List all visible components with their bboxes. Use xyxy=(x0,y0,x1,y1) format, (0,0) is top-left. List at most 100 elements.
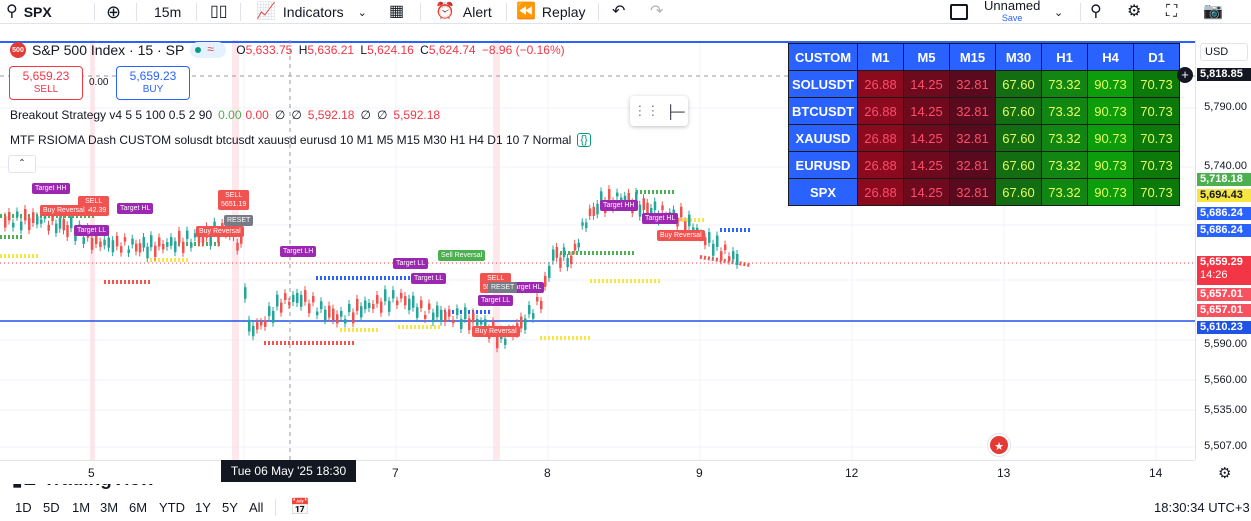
range-3m-button[interactable]: 3M xyxy=(100,500,118,515)
close-key: C xyxy=(420,43,429,57)
candle-body xyxy=(680,206,683,218)
candle-body xyxy=(540,300,543,310)
candle-body xyxy=(688,214,691,227)
candle-body xyxy=(376,295,379,304)
chart-settings-gear-icon[interactable]: ⚙ xyxy=(1218,464,1231,482)
table-cell: 14.25 xyxy=(903,124,950,152)
replay-label: Replay xyxy=(541,4,586,20)
range-all-button[interactable]: All xyxy=(249,500,263,515)
candle-body xyxy=(460,319,463,329)
chevron-down-icon: ⌄ xyxy=(1054,6,1064,19)
floating-drawing-toolbar[interactable]: ⋮⋮ ├─ xyxy=(630,96,688,126)
symbol-legend[interactable]: 500 S&P 500 Index · 15 · SP ≈ O5,633.75 … xyxy=(10,42,565,58)
range-6m-button[interactable]: 6M xyxy=(129,500,147,515)
layout-name[interactable]: Unnamed Save xyxy=(984,0,1040,24)
study-breakout-v8: 5,592.18 xyxy=(393,108,441,122)
table-cell: 14.25 xyxy=(903,151,950,179)
table-row-label: SOLUSDT xyxy=(788,70,858,98)
candle-body xyxy=(174,241,177,253)
study-breakout-title: Breakout Strategy v4 5 5 100 0.5 2 90 xyxy=(10,108,213,122)
candle-body xyxy=(103,239,106,246)
interval-button[interactable]: 15m xyxy=(154,0,181,24)
symbol-name: SPX xyxy=(23,4,52,20)
time-scale[interactable]: 5 7 8 9 12 13 14 xyxy=(0,460,1195,484)
collapse-legend-button[interactable]: ˆ xyxy=(8,155,36,173)
signal-sell: SELL 5651.19 xyxy=(218,190,250,210)
market-status[interactable]: ≈ xyxy=(190,42,227,58)
long-position-icon[interactable]: ├─ xyxy=(666,104,684,119)
quick-search-button[interactable]: ⚲ xyxy=(1090,0,1102,24)
range-1y-button[interactable]: 1Y xyxy=(195,500,211,515)
candle-body xyxy=(316,311,319,316)
replay-button[interactable]: ⏪ Replay xyxy=(516,0,586,24)
candle-body xyxy=(708,232,711,243)
candle-body xyxy=(166,242,169,247)
signal-sell-label: SELL xyxy=(85,198,103,205)
market-open-dot xyxy=(195,47,202,53)
table-cell: 26.88 xyxy=(857,70,904,98)
camera-icon: 📷 xyxy=(1203,3,1223,20)
range-ytd-button[interactable]: YTD xyxy=(159,500,185,515)
signal-sell-label: SELL xyxy=(487,275,505,282)
candle-body xyxy=(120,246,123,253)
table-cell: 73.32 xyxy=(1041,178,1088,206)
candle-body xyxy=(276,294,279,307)
range-5d-button[interactable]: 5D xyxy=(43,500,60,515)
range-1m-button[interactable]: 1M xyxy=(72,500,90,515)
candle-body xyxy=(728,256,731,261)
settings-button[interactable]: ⚙ xyxy=(1127,0,1141,24)
candle-body xyxy=(566,258,569,268)
range-5y-button[interactable]: 5Y xyxy=(222,500,238,515)
candle-body xyxy=(340,311,343,317)
candle-body xyxy=(476,318,479,326)
compare-button[interactable]: ⊕ xyxy=(106,0,121,24)
range-1d-button[interactable]: 1D xyxy=(15,500,32,515)
table-cell: 32.81 xyxy=(949,70,996,98)
indicators-button[interactable]: 📈 Indicators ⌄ xyxy=(256,0,367,24)
candle-body xyxy=(559,257,562,268)
chart-type-button[interactable]: ▯▯ xyxy=(210,0,228,24)
bottom-toolbar: 1D 5D 1M 3M 6M YTD 1Y 5Y All 📅 18:30:34 … xyxy=(0,494,1251,521)
signal-buy-reversal: Buy Reversal xyxy=(196,226,244,237)
candle-body xyxy=(456,308,459,316)
candle-body xyxy=(272,311,275,323)
currency-label: USD xyxy=(1205,46,1229,58)
candle-body xyxy=(536,296,539,302)
templates-button[interactable]: ▦ xyxy=(389,0,404,24)
price-tick: 5,740.00 xyxy=(1204,160,1247,172)
table-row-label: SPX xyxy=(788,178,858,206)
candle-body xyxy=(364,300,367,310)
layout-button[interactable] xyxy=(950,0,968,24)
goto-date-calendar-icon[interactable]: 📅 xyxy=(290,497,310,517)
buy-button[interactable]: 5,659.23 BUY xyxy=(116,66,190,100)
add-alert-plus-icon[interactable]: + xyxy=(1177,67,1193,83)
candle-body xyxy=(288,301,291,306)
candle-body xyxy=(24,209,27,221)
currency-selector[interactable]: USD xyxy=(1200,43,1248,61)
undo-button[interactable]: ↶ xyxy=(612,0,625,24)
drag-handle-icon[interactable]: ⋮⋮ xyxy=(633,103,659,119)
candle-body xyxy=(404,296,407,306)
source-code-icon[interactable]: {} xyxy=(577,133,591,147)
table-cell: 26.88 xyxy=(857,178,904,206)
candle-body xyxy=(304,290,307,302)
zoom-lightning-icon: ⚲ xyxy=(1090,3,1102,20)
study-breakout-legend[interactable]: Breakout Strategy v4 5 5 100 0.5 2 90 0.… xyxy=(10,108,440,122)
redo-button[interactable]: ↷ xyxy=(650,0,663,24)
candle-body xyxy=(178,230,181,243)
snapshot-button[interactable]: 📷 xyxy=(1203,0,1223,24)
alert-button[interactable]: ⏰ Alert xyxy=(435,0,492,24)
fullscreen-button[interactable]: ⛶ xyxy=(1166,0,1177,24)
table-header-m15: M15 xyxy=(949,43,996,71)
utc-clock[interactable]: 18:30:34 UTC+3 xyxy=(1154,500,1250,515)
candle-body xyxy=(16,211,19,217)
sell-button[interactable]: 5,659.23 SELL xyxy=(9,66,83,100)
table-cell: 67.60 xyxy=(995,124,1042,152)
price-scale[interactable]: USD 5,790.00 5,740.00 5,590.00 5,560.00 … xyxy=(1195,40,1251,460)
signal-target-ll: Target LL xyxy=(74,225,110,236)
layout-menu-button[interactable]: ⌄ xyxy=(1054,0,1063,24)
us-flag-icon[interactable]: ★ xyxy=(988,434,1010,456)
study-mtf-legend[interactable]: MTF RSIOMA Dash CUSTOM solusdt btcusdt x… xyxy=(10,133,591,147)
symbol-search[interactable]: ⚲ SPX xyxy=(6,0,52,24)
candle-body xyxy=(142,236,145,248)
